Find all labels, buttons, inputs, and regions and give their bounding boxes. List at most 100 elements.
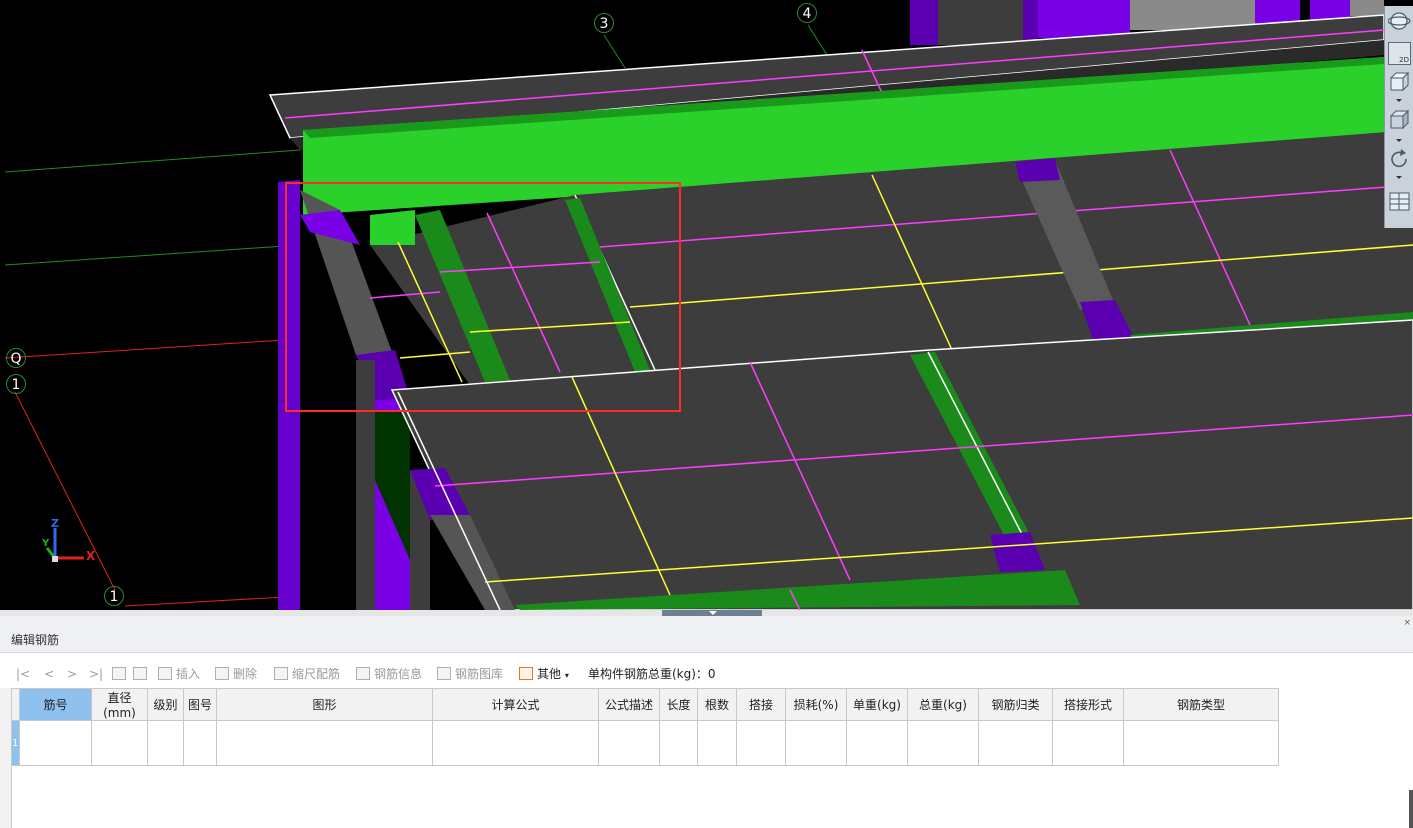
column-header[interactable]: 搭接形式 xyxy=(1052,688,1124,721)
triad-y-label: Y xyxy=(42,538,50,549)
3d-box-icon[interactable] xyxy=(1388,70,1411,93)
table-header-row: 筋号 直径(mm) 级别 图号 图形 计算公式 公式描述 长度 根数 搭接 损耗… xyxy=(11,688,1279,721)
grid-line xyxy=(14,391,116,591)
chevron-down-icon[interactable] xyxy=(1396,99,1402,102)
table-cell[interactable] xyxy=(978,720,1053,766)
move-down-button[interactable] xyxy=(133,666,151,682)
3d-model-viewport[interactable]: 3 4 Q 1 1 Z Y X 2D xyxy=(0,0,1413,610)
table-cell[interactable] xyxy=(91,720,148,766)
table-row[interactable]: 1 xyxy=(11,720,1279,766)
row-header-corner xyxy=(11,688,20,721)
rebar-library-label: 钢筋图库 xyxy=(455,667,504,681)
table-cell[interactable] xyxy=(598,720,660,766)
rebar-toolbar: |< < > >| 插入 删除 缩尺配筋 钢筋信息 钢筋图库 其他 ▾ 单构件钢… xyxy=(12,660,1402,688)
column-header[interactable]: 筋号 xyxy=(19,688,92,721)
nav-first-button[interactable]: |< xyxy=(16,666,30,682)
table-cell[interactable] xyxy=(907,720,979,766)
table-cell[interactable] xyxy=(1123,720,1279,766)
column-header[interactable]: 总重(kg) xyxy=(907,688,979,721)
arrow-up-icon xyxy=(112,667,126,680)
solid-box-icon[interactable] xyxy=(1388,108,1411,131)
beam[interactable] xyxy=(370,210,415,245)
column-header[interactable]: 图号 xyxy=(183,688,217,721)
table-cell[interactable] xyxy=(432,720,599,766)
triad-origin xyxy=(52,556,58,562)
column-header[interactable]: 长度 xyxy=(659,688,698,721)
column-header[interactable]: 级别 xyxy=(147,688,184,721)
grid-line xyxy=(603,34,626,69)
column-header[interactable]: 搭接 xyxy=(736,688,786,721)
column[interactable] xyxy=(278,180,300,610)
column[interactable] xyxy=(910,0,938,45)
axis-label-1-bottom: 1 xyxy=(104,586,124,606)
axis-label-1-left: 1 xyxy=(6,374,26,394)
other-dropdown[interactable]: 其他 ▾ xyxy=(519,666,569,682)
table-cell[interactable] xyxy=(785,720,847,766)
table-cell[interactable] xyxy=(183,720,217,766)
grid-line xyxy=(4,339,286,359)
column[interactable] xyxy=(1023,0,1038,40)
nav-next-button[interactable]: > xyxy=(67,666,77,682)
layout-icon[interactable] xyxy=(1388,190,1411,213)
column-header[interactable]: 直径(mm) xyxy=(91,688,148,721)
row-header-strip xyxy=(0,688,12,828)
rebar-library-button[interactable]: 钢筋图库 xyxy=(437,666,503,682)
table-cell[interactable] xyxy=(846,720,908,766)
column[interactable] xyxy=(1038,0,1130,38)
column-header[interactable]: 单重(kg) xyxy=(846,688,908,721)
column-header[interactable]: 钢筋归类 xyxy=(978,688,1053,721)
chevron-down-icon[interactable] xyxy=(1396,176,1402,179)
move-up-button[interactable] xyxy=(112,666,130,682)
column-header[interactable]: 钢筋类型 xyxy=(1123,688,1279,721)
grid-line xyxy=(807,24,828,56)
column[interactable] xyxy=(938,0,1023,45)
column-header[interactable]: 图形 xyxy=(216,688,433,721)
total-weight-label: 单构件钢筋总重(kg)：0 xyxy=(588,667,716,681)
column[interactable] xyxy=(1350,0,1384,16)
vertical-scrollbar[interactable] xyxy=(1409,790,1413,828)
2d-view-icon[interactable]: 2D xyxy=(1388,42,1411,65)
insert-button[interactable]: 插入 xyxy=(158,666,200,682)
column-header[interactable]: 根数 xyxy=(697,688,737,721)
table-cell[interactable] xyxy=(697,720,737,766)
delete-button[interactable]: 删除 xyxy=(215,666,257,682)
triad-x-label: X xyxy=(86,549,96,563)
table-cell[interactable] xyxy=(19,720,92,766)
column[interactable] xyxy=(1310,0,1350,20)
table-cell[interactable] xyxy=(736,720,786,766)
document-icon xyxy=(356,667,370,680)
nav-prev-button[interactable]: < xyxy=(44,666,54,682)
rebar-table: 筋号 直径(mm) 级别 图号 图形 计算公式 公式描述 长度 根数 搭接 损耗… xyxy=(11,688,1279,766)
column[interactable] xyxy=(1015,158,1060,182)
grid-line xyxy=(4,244,301,266)
insert-icon xyxy=(158,667,172,680)
other-label: 其他 xyxy=(537,667,562,681)
edit-rebar-panel: 编辑钢筋 × |< < > >| 插入 删除 缩尺配筋 钢筋信息 钢筋图库 其他… xyxy=(0,616,1413,828)
rotate-icon[interactable] xyxy=(1388,148,1411,171)
orbit-icon[interactable] xyxy=(1388,10,1411,33)
table-cell[interactable] xyxy=(1052,720,1124,766)
close-icon[interactable]: × xyxy=(1403,618,1411,628)
scale-rebar-button[interactable]: 缩尺配筋 xyxy=(274,666,340,682)
column[interactable] xyxy=(356,360,375,610)
library-icon xyxy=(437,667,451,680)
column-header[interactable]: 公式描述 xyxy=(598,688,660,721)
table-cell[interactable] xyxy=(147,720,184,766)
gear-document-icon xyxy=(519,667,533,680)
model-canvas[interactable] xyxy=(0,0,1413,610)
chevron-down-icon[interactable] xyxy=(1396,139,1402,142)
column-header[interactable]: 计算公式 xyxy=(432,688,599,721)
rebar-info-button[interactable]: 钢筋信息 xyxy=(356,666,422,682)
row-number[interactable]: 1 xyxy=(11,720,20,766)
column-header[interactable]: 损耗(%) xyxy=(785,688,847,721)
rebar-info-label: 钢筋信息 xyxy=(374,667,423,681)
2d-view-label: 2D xyxy=(1399,56,1409,64)
view-toolbar: 2D xyxy=(1384,6,1413,228)
nav-last-button[interactable]: >| xyxy=(89,666,103,682)
grid-line xyxy=(4,149,301,173)
delete-icon xyxy=(215,667,229,680)
table-cell[interactable] xyxy=(659,720,698,766)
table-cell[interactable] xyxy=(216,720,433,766)
scale-icon xyxy=(274,667,288,680)
insert-label: 插入 xyxy=(176,667,201,681)
